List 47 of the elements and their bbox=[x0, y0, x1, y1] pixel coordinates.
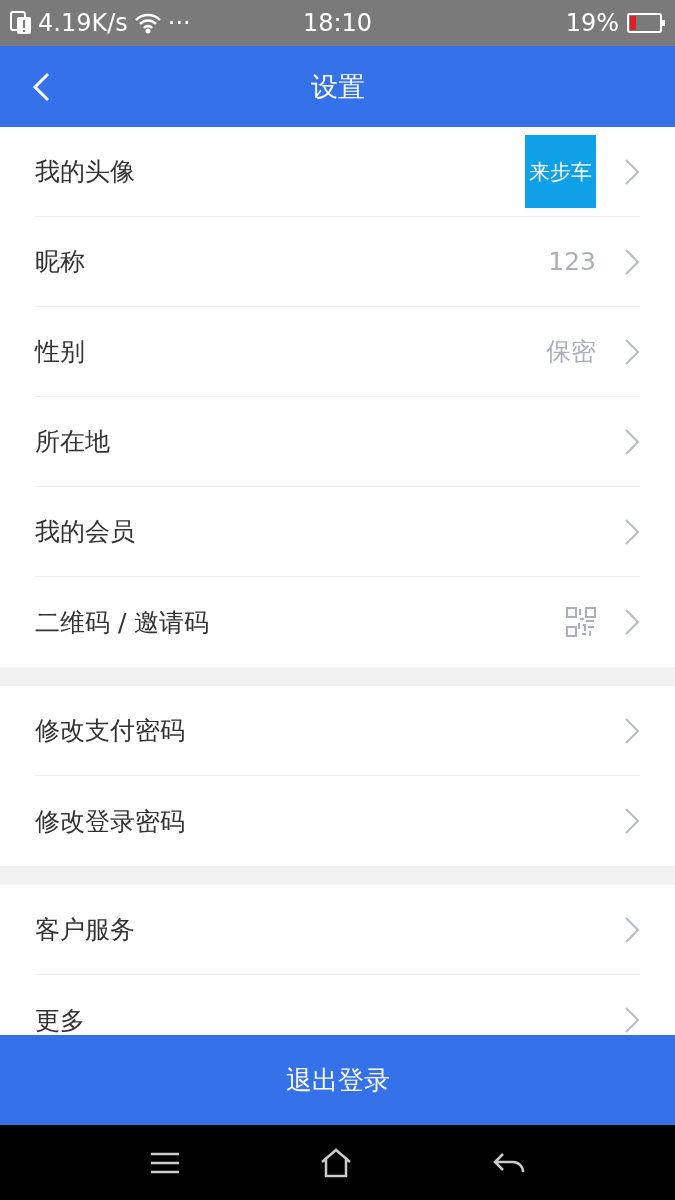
menu-icon[interactable] bbox=[150, 1151, 181, 1174]
setting-label: 性别 bbox=[35, 336, 85, 368]
qr-code-icon bbox=[566, 607, 596, 637]
page-title: 设置 bbox=[310, 69, 365, 104]
settings-row[interactable]: 所在地 bbox=[35, 397, 640, 487]
settings-row[interactable]: 更多 bbox=[35, 975, 640, 1035]
settings-row[interactable]: 修改登录密码 bbox=[35, 776, 640, 866]
setting-value: 123 bbox=[548, 247, 596, 276]
battery-percent: 19% bbox=[565, 9, 619, 37]
settings-row[interactable]: 我的会员 bbox=[35, 487, 640, 577]
clock: 18:10 bbox=[302, 9, 373, 37]
chevron-icon bbox=[624, 716, 640, 745]
setting-value: 保密 bbox=[546, 336, 596, 368]
setting-label: 昵称 bbox=[35, 246, 85, 278]
settings-row[interactable]: 二维码 / 邀请码 bbox=[35, 577, 640, 667]
settings-row[interactable]: 性别 保密 bbox=[35, 307, 640, 397]
chevron-icon bbox=[624, 517, 640, 546]
wifi-icon bbox=[133, 12, 162, 34]
chevron-icon bbox=[624, 337, 640, 366]
setting-label: 修改登录密码 bbox=[35, 805, 185, 838]
settings-row[interactable]: 我的头像 来步车 bbox=[35, 127, 640, 217]
settings-row[interactable]: 修改支付密码 bbox=[35, 686, 640, 776]
setting-label: 客户服务 bbox=[35, 914, 135, 946]
back-icon[interactable] bbox=[32, 72, 50, 102]
chevron-icon bbox=[624, 1006, 640, 1034]
network-speed: 4.19K/s bbox=[38, 9, 128, 37]
setting-label: 二维码 / 邀请码 bbox=[35, 606, 210, 639]
home-icon[interactable] bbox=[320, 1147, 353, 1178]
settings-row[interactable]: 昵称 123 bbox=[35, 217, 640, 307]
setting-label: 所在地 bbox=[35, 426, 110, 458]
chevron-icon bbox=[624, 157, 640, 186]
avatar-logo: 来步车 bbox=[525, 135, 596, 208]
chevron-icon bbox=[624, 247, 640, 276]
setting-label: 修改支付密码 bbox=[35, 715, 185, 747]
more-indicator: ··· bbox=[167, 9, 191, 37]
chevron-icon bbox=[624, 915, 640, 944]
battery-icon bbox=[627, 13, 665, 33]
setting-label: 我的会员 bbox=[35, 516, 135, 548]
chevron-icon bbox=[624, 608, 640, 636]
back-arrow-icon[interactable] bbox=[492, 1151, 525, 1174]
sim-alert-icon bbox=[10, 11, 32, 35]
chevron-icon bbox=[624, 807, 640, 835]
logout-button[interactable]: 退出登录 bbox=[0, 1035, 675, 1125]
setting-label: 我的头像 bbox=[35, 156, 135, 188]
settings-row[interactable]: 客户服务 bbox=[35, 885, 640, 975]
setting-label: 更多 bbox=[35, 1004, 85, 1035]
chevron-icon bbox=[624, 427, 640, 456]
